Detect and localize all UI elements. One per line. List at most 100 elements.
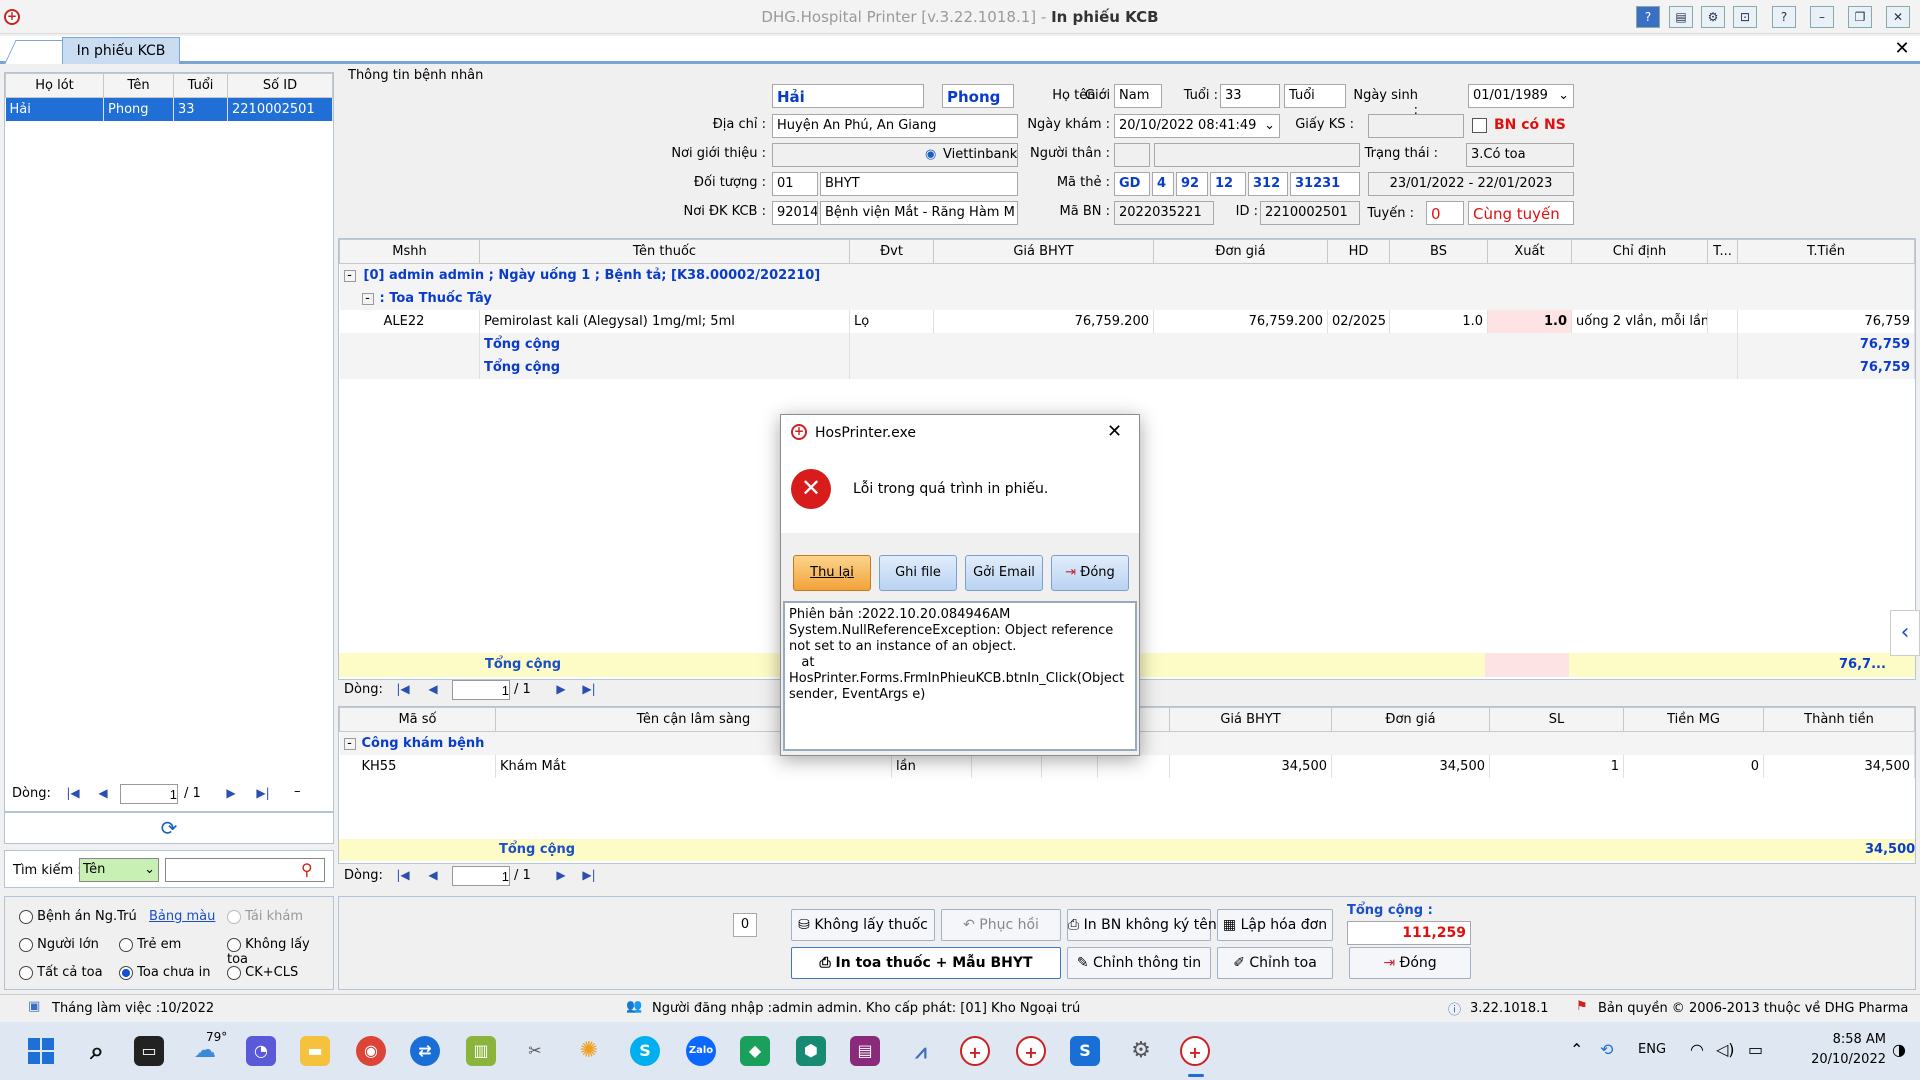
settings-icon[interactable]: ⚙ <box>1701 6 1725 28</box>
khong-lay-thuoc-button[interactable]: ⛁ Không lấy thuốc <box>791 909 935 941</box>
ngay-kham-field[interactable]: 20/10/2022 08:41:49 ⌄ <box>1114 114 1280 138</box>
col-don-gia[interactable]: Đơn giá <box>1153 239 1328 264</box>
refresh-button[interactable]: ⟳ <box>4 812 334 844</box>
in-bn-button[interactable]: ⎙ In BN không ký tên <box>1067 909 1217 941</box>
phuc-hoi-button[interactable]: ↶ Phục hồi <box>941 909 1061 941</box>
notification-icon[interactable]: ◑ <box>1892 1040 1906 1059</box>
shield-app-icon[interactable]: ⬢ <box>796 1036 826 1066</box>
subgroup-row[interactable]: -: Toa Thuốc Tây <box>339 286 1915 310</box>
ten-field[interactable]: Phong <box>942 84 1014 108</box>
search-icon[interactable]: ⌕ <box>82 1036 112 1066</box>
col-thanh-tien[interactable]: Thành tiền <box>1763 707 1915 732</box>
tab-in-phieu-kcb[interactable]: In phiếu KCB <box>62 37 180 64</box>
sun-app-icon[interactable]: ✺ <box>574 1036 604 1066</box>
radio-nguoi-lon[interactable]: Người lớn <box>19 937 99 952</box>
maps-app-icon[interactable]: ◆ <box>740 1036 770 1066</box>
prev-page-icon[interactable]: ◀ <box>422 682 444 700</box>
dia-chi-field[interactable]: Huyện An Phú, An Giang <box>772 114 1018 138</box>
noi-gioi-thieu-field[interactable]: ◉ Viettinbank <box>772 143 1018 167</box>
windows-start-icon[interactable] <box>28 1038 54 1064</box>
radio-tre-em[interactable]: Trẻ em <box>119 937 181 952</box>
side-collapse-button[interactable]: ‹ <box>1890 610 1920 656</box>
chart-app-icon[interactable]: ⩘ <box>906 1036 936 1066</box>
col-xuat[interactable]: Xuất <box>1487 239 1572 264</box>
task-view-icon[interactable]: ▭ <box>134 1036 164 1066</box>
tuyen-field[interactable]: Cùng tuyến <box>1468 201 1574 225</box>
col-gia-bhyt[interactable]: Giá BHYT <box>933 239 1154 264</box>
patient-row[interactable]: Hải Phong 33 2210002501 <box>5 97 333 121</box>
next-page-icon[interactable]: ▶ <box>550 682 572 700</box>
collapse-icon[interactable]: – <box>294 784 301 799</box>
last-page-icon[interactable]: ▶| <box>578 868 600 886</box>
archive-icon[interactable]: ▥ <box>466 1036 496 1066</box>
collapse-icon[interactable]: - <box>343 737 356 750</box>
table-row[interactable]: ALE22 Pemirolast kali (Alegysal) 1mg/ml;… <box>339 309 1915 333</box>
language-indicator[interactable]: ENG <box>1638 1042 1666 1057</box>
bn-co-ns-checkbox[interactable] <box>1472 118 1487 133</box>
sync-icon[interactable]: ⟲ <box>1600 1040 1613 1059</box>
tuoi-field[interactable]: 33 <box>1220 84 1280 108</box>
col-ten[interactable]: Tên <box>103 73 174 98</box>
page-input[interactable] <box>452 866 510 886</box>
col-sl[interactable]: SL <box>1489 707 1624 732</box>
battery-icon[interactable]: ▭ <box>1748 1040 1763 1059</box>
ma-the-3[interactable]: 92 <box>1176 172 1208 196</box>
volume-icon[interactable]: ◁) <box>1716 1040 1735 1059</box>
tools-icon[interactable]: ✂ <box>520 1036 550 1066</box>
hospital-app-icon[interactable]: + <box>960 1036 990 1066</box>
skype-icon[interactable]: S <box>630 1036 660 1066</box>
col-ma-so[interactable]: Mã số <box>339 707 496 732</box>
col-mshh[interactable]: Mshh <box>339 239 480 264</box>
radio-benh-an[interactable]: Bệnh án Ng.Trú <box>19 909 137 924</box>
next-page-icon[interactable]: ▶ <box>550 868 572 886</box>
dong-dialog-button[interactable]: ⇥ Đóng <box>1051 555 1129 591</box>
chat-icon[interactable]: ◔ <box>246 1036 276 1066</box>
col-ten-thuoc[interactable]: Tên thuốc <box>479 239 850 264</box>
wifi-icon[interactable]: ◠ <box>1690 1040 1704 1059</box>
ma-the-5[interactable]: 312 <box>1248 172 1288 196</box>
radio-toa-chua-in[interactable]: Toa chưa in <box>119 965 211 980</box>
winrar-icon[interactable]: ▤ <box>850 1036 880 1066</box>
table-row[interactable]: KH55 Khám Mắt lần 34,500 34,500 1 0 34,5… <box>339 754 1915 778</box>
doi-tuong-field[interactable]: BHYT <box>820 172 1018 196</box>
prev-page-icon[interactable]: ◀ <box>92 786 114 804</box>
gioi-tinh-field[interactable]: Nam <box>1114 84 1162 108</box>
teamviewer-icon[interactable]: ⇄ <box>410 1036 440 1066</box>
radio-khong-lay-toa[interactable]: Không lấy toa <box>227 937 333 967</box>
nguoi-than-field[interactable] <box>1154 143 1360 167</box>
ho-field[interactable]: Hải <box>772 84 924 108</box>
thu-lai-button[interactable]: Thu lại <box>793 555 871 591</box>
page-input[interactable] <box>120 784 178 804</box>
last-page-icon[interactable]: ▶| <box>252 786 274 804</box>
tray-chevron-icon[interactable]: ⌃ <box>1570 1040 1583 1059</box>
col-chi-dinh[interactable]: Chỉ định <box>1571 239 1708 264</box>
in-toa-button[interactable]: ⎙ In toa thuốc + Mẫu BHYT <box>791 947 1061 979</box>
ngay-sinh-field[interactable]: 01/01/1989 ⌄ <box>1468 84 1574 108</box>
radio-ck-cls[interactable]: CK+CLS <box>227 965 298 980</box>
about-icon[interactable]: ? <box>1772 6 1796 28</box>
collapse-icon[interactable]: - <box>343 269 356 282</box>
chinh-toa-button[interactable]: ✐ Chỉnh toa <box>1217 947 1333 979</box>
pin-icon[interactable]: ⊡ <box>1733 6 1757 28</box>
search-icon[interactable]: ⚲ <box>301 860 313 879</box>
next-page-icon[interactable]: ▶ <box>220 786 242 804</box>
col-don-gia[interactable]: Đơn giá <box>1331 707 1490 732</box>
page-input[interactable] <box>452 680 510 700</box>
col-gia-bhyt[interactable]: Giá BHYT <box>1169 707 1332 732</box>
first-page-icon[interactable]: |◀ <box>62 786 84 804</box>
layout-icon[interactable]: ▤ <box>1669 6 1693 28</box>
radio-tat-ca-toa[interactable]: Tất cả toa <box>19 965 103 980</box>
collapse-icon[interactable]: - <box>361 292 374 305</box>
group-row[interactable]: - [0] admin admin ; Ngày uống 1 ; Bệnh tả… <box>339 263 1915 287</box>
col-t-tien[interactable]: T.Tiền <box>1737 239 1915 264</box>
close-tab-icon[interactable]: ✕ <box>1888 38 1916 62</box>
clock-date[interactable]: 20/10/2022 <box>1780 1052 1886 1067</box>
radio-tai-kham[interactable]: Tái khám <box>227 909 303 924</box>
dong-button[interactable]: ⇥ Đóng <box>1349 947 1471 979</box>
chrome-icon[interactable]: ◉ <box>356 1036 386 1066</box>
chinh-thong-tin-button[interactable]: ✎ Chỉnh thông tin <box>1067 947 1211 979</box>
prev-page-icon[interactable]: ◀ <box>422 868 444 886</box>
giay-ks-field[interactable] <box>1368 114 1464 138</box>
col-hd[interactable]: HD <box>1327 239 1390 264</box>
first-page-icon[interactable]: |◀ <box>392 682 414 700</box>
